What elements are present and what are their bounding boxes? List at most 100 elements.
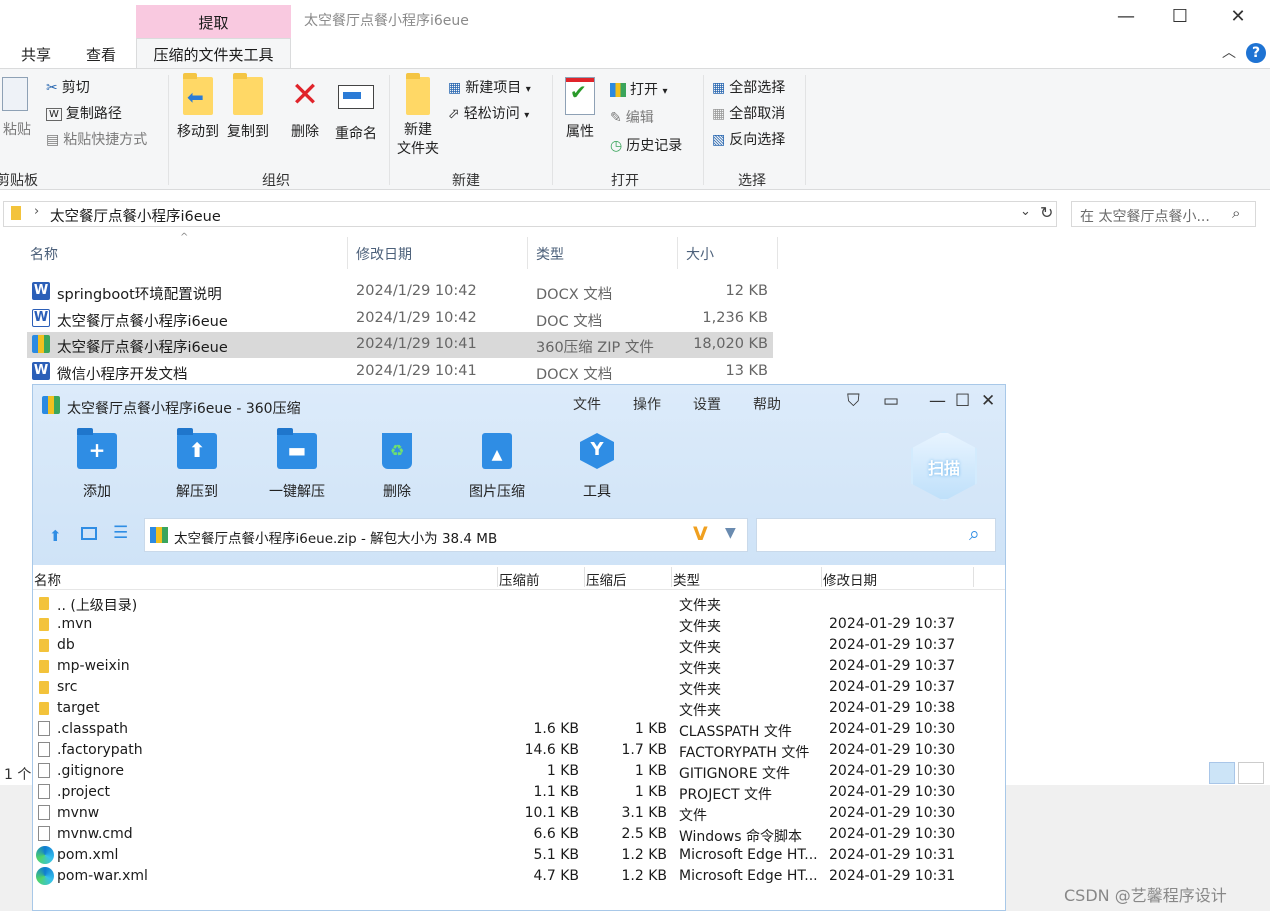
move-to-button[interactable]: ⬅ 移动到 <box>172 73 224 141</box>
file-row[interactable]: W 太空餐厅点餐小程序i6eue 2024/1/29 10:42 DOC 文档 … <box>27 306 773 332</box>
select-all-button[interactable]: ▦ 全部选择 <box>712 77 785 97</box>
close-button[interactable]: ✕ <box>981 391 995 411</box>
large-icons-view-icon[interactable] <box>1238 762 1264 784</box>
v-badge-icon[interactable]: V <box>693 523 708 545</box>
column-date[interactable]: 修改日期 <box>356 244 412 264</box>
archive-row[interactable]: target 文件夹 2024-01-29 10:38 <box>33 698 1005 719</box>
menu-file[interactable]: 文件 <box>573 394 601 414</box>
archive-cell-after: 2.5 KB <box>621 826 668 842</box>
column-divider[interactable] <box>973 567 974 587</box>
archive-path-text: 太空餐厅点餐小程序i6eue.zip - 解包大小为 38.4 MB <box>174 531 498 547</box>
delete-button[interactable]: ✕ 删除 <box>282 77 328 141</box>
column-divider[interactable] <box>497 567 498 587</box>
column-name[interactable]: 名称 <box>34 569 61 589</box>
archive-row[interactable]: mp-weixin 文件夹 2024-01-29 10:37 <box>33 656 1005 677</box>
column-after[interactable]: 压缩后 <box>586 569 627 589</box>
archive-path-bar[interactable]: 太空餐厅点餐小程序i6eue.zip - 解包大小为 38.4 MB V ▼ <box>144 518 748 552</box>
cut-button[interactable]: ✂ 剪切 <box>46 77 90 97</box>
new-item-button[interactable]: ▦ 新建项目 ▾ <box>448 77 531 97</box>
tools-button[interactable]: Y 工具 <box>557 433 637 501</box>
column-divider[interactable] <box>777 237 778 269</box>
column-type[interactable]: 类型 <box>536 244 564 264</box>
column-name[interactable]: 名称 <box>30 244 58 264</box>
column-date[interactable]: 修改日期 <box>823 569 877 589</box>
invert-selection-button[interactable]: ▧ 反向选择 <box>712 129 785 149</box>
file-row[interactable]: W 微信小程序开发文档 2024/1/29 10:41 DOCX 文档 13 K… <box>27 359 773 385</box>
archive-cell-before: 10.1 KB <box>524 805 579 821</box>
path-dropdown-icon[interactable]: ▼ <box>725 525 736 541</box>
archive-row[interactable]: mvnw.cmd 6.6 KB 2.5 KB Windows 命令脚本 2024-01-… <box>33 824 1005 845</box>
minimize-button[interactable]: — <box>929 391 946 411</box>
column-size[interactable]: 大小 <box>686 244 714 264</box>
scan-button[interactable]: 扫描 <box>911 431 977 501</box>
image-compress-button[interactable]: ▲ 图片压缩 <box>457 433 537 501</box>
search-icon[interactable]: ⌕ <box>969 523 980 545</box>
maximize-button[interactable]: ☐ <box>955 391 970 411</box>
tab-compressed-folder-tools[interactable]: 压缩的文件夹工具 <box>136 38 291 68</box>
column-divider[interactable] <box>347 237 348 269</box>
archive-row[interactable]: pom-war.xml 4.7 KB 1.2 KB Microsoft Edge HT… <box>33 866 1005 887</box>
archive-row[interactable]: .classpath 1.6 KB 1 KB CLASSPATH 文件 2024-01-… <box>33 719 1005 740</box>
tab-share[interactable]: 共享 <box>21 44 51 65</box>
address-dropdown-icon[interactable]: ⌄ <box>1020 204 1031 219</box>
paste-shortcut-button[interactable]: ▤ 粘贴快捷方式 <box>46 129 147 149</box>
refresh-icon[interactable]: ↻ <box>1040 203 1053 222</box>
archive-search-input[interactable]: ⌕ <box>756 518 996 552</box>
archive-cell-date: 2024-01-29 10:30 <box>829 742 956 758</box>
menu-operation[interactable]: 操作 <box>633 394 661 414</box>
properties-button[interactable]: ✔ 属性 <box>560 77 600 141</box>
search-box[interactable]: 在 太空餐厅点餐小... ⌕ <box>1071 201 1256 227</box>
copy-path-button[interactable]: W 复制路径 <box>46 103 122 123</box>
edit-button[interactable]: ✎ 编辑 <box>610 107 654 127</box>
up-level-icon[interactable]: ⬆ <box>49 527 62 545</box>
column-divider[interactable] <box>584 567 585 587</box>
menu-settings[interactable]: 设置 <box>693 394 721 414</box>
paste-button[interactable]: 粘贴 <box>0 77 34 139</box>
context-tab-extract[interactable]: 提取 <box>136 5 291 38</box>
maximize-button[interactable]: ☐ <box>1160 6 1200 30</box>
list-view-icon[interactable]: ☰ <box>113 523 128 543</box>
archive-row[interactable]: .mvn 文件夹 2024-01-29 10:37 <box>33 614 1005 635</box>
feedback-icon[interactable]: ▭ <box>883 391 899 411</box>
column-before[interactable]: 压缩前 <box>499 569 540 589</box>
archive-row[interactable]: pom.xml 5.1 KB 1.2 KB Microsoft Edge HT... 2… <box>33 845 1005 866</box>
archive-row[interactable]: .gitignore 1 KB 1 KB GITIGNORE 文件 2024-01-29… <box>33 761 1005 782</box>
close-button[interactable]: ✕ <box>1218 6 1258 30</box>
column-divider[interactable] <box>527 237 528 269</box>
archive-row[interactable]: .factorypath 14.6 KB 1.7 KB FACTORYPATH 文件 2… <box>33 740 1005 761</box>
column-divider[interactable] <box>821 567 822 587</box>
add-button[interactable]: + 添加 <box>57 428 137 501</box>
column-divider[interactable] <box>677 237 678 269</box>
new-folder-button[interactable]: 新建 文件夹 <box>392 73 444 159</box>
delete-button[interactable]: ♻ 删除 <box>357 433 437 501</box>
thumbnail-view-icon[interactable] <box>81 527 97 540</box>
details-view-icon[interactable] <box>1209 762 1235 784</box>
archive-cell-name: .gitignore <box>57 763 124 779</box>
tab-view[interactable]: 查看 <box>86 44 116 65</box>
column-divider[interactable] <box>671 567 672 587</box>
select-none-button[interactable]: ▦ 全部取消 <box>712 103 785 123</box>
rename-button[interactable]: 重命名 <box>330 77 382 143</box>
file-row[interactable]: W springboot环境配置说明 2024/1/29 10:42 DOCX … <box>27 279 773 305</box>
collapse-ribbon-icon[interactable]: ︿ <box>1222 42 1236 62</box>
search-icon[interactable]: ⌕ <box>1232 204 1240 222</box>
extract-to-button[interactable]: ⬆ 解压到 <box>157 428 237 501</box>
help-icon[interactable]: ? <box>1246 43 1266 63</box>
history-button[interactable]: ◷ 历史记录 <box>610 135 682 155</box>
open-button[interactable]: 打开 ▾ <box>610 79 667 99</box>
easy-access-button[interactable]: ⬀ 轻松访问 ▾ <box>448 103 529 123</box>
file-row-selected[interactable]: 太空餐厅点餐小程序i6eue 2024/1/29 10:41 360压缩 ZIP… <box>27 332 773 358</box>
address-bar[interactable]: › 太空餐厅点餐小程序i6eue ⌄ ↻ <box>3 201 1057 227</box>
archive-row[interactable]: mvnw 10.1 KB 3.1 KB 文件 2024-01-29 10:30 <box>33 803 1005 824</box>
minimize-button[interactable]: — <box>1106 6 1146 30</box>
column-type[interactable]: 类型 <box>673 569 700 589</box>
archive-row[interactable]: src 文件夹 2024-01-29 10:37 <box>33 677 1005 698</box>
menu-help[interactable]: 帮助 <box>753 394 781 414</box>
one-click-extract-button[interactable]: ▬ 一键解压 <box>257 428 337 501</box>
copy-to-button[interactable]: 复制到 <box>222 73 274 141</box>
archive-row[interactable]: .project 1.1 KB 1 KB PROJECT 文件 2024-01-29 1… <box>33 782 1005 803</box>
archive-row[interactable]: db 文件夹 2024-01-29 10:37 <box>33 635 1005 656</box>
easy-access-icon: ⬀ <box>448 106 460 122</box>
skin-shirt-icon[interactable]: ⛉ <box>847 391 860 411</box>
archive-row[interactable]: .. (上级目录) 文件夹 <box>33 593 1005 614</box>
